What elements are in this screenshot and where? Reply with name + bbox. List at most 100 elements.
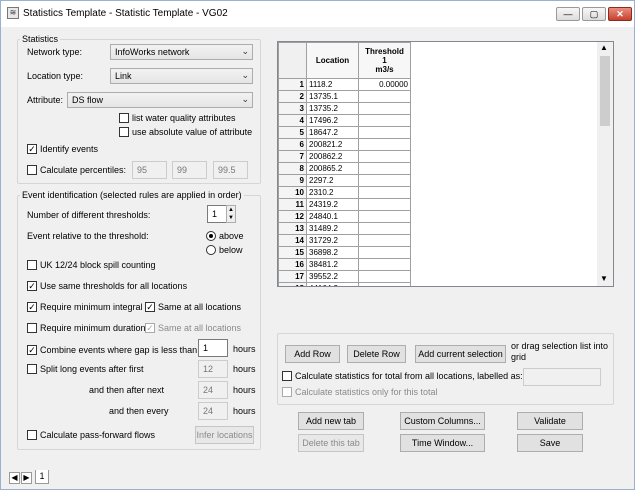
threshold-column-header[interactable]: Threshold 1 m3/s xyxy=(358,42,411,79)
location-cell[interactable]: 13735.2 xyxy=(306,102,359,115)
tab-prev-icon[interactable]: ◀ xyxy=(9,472,20,484)
table-row[interactable]: 6 200821.2 xyxy=(278,138,411,151)
table-row[interactable]: 17 39552.2 xyxy=(278,270,411,283)
maximize-button[interactable]: ▢ xyxy=(582,7,606,21)
table-row[interactable]: 16 38481.2 xyxy=(278,258,411,271)
row-number[interactable]: 11 xyxy=(278,198,307,211)
min-integral-checkbox[interactable]: ✓ xyxy=(27,302,37,312)
row-number[interactable]: 10 xyxy=(278,186,307,199)
save-button[interactable]: Save xyxy=(517,434,583,452)
add-row-button[interactable]: Add Row xyxy=(285,345,340,363)
below-radio[interactable] xyxy=(206,245,216,255)
total-label-field[interactable] xyxy=(523,368,601,386)
threshold-cell[interactable] xyxy=(358,198,411,211)
location-cell[interactable]: 31729.2 xyxy=(306,234,359,247)
threshold-cell[interactable] xyxy=(358,270,411,283)
threshold-cell[interactable] xyxy=(358,282,411,286)
title-bar[interactable]: ≋ Statistics Template - Statistic Templa… xyxy=(1,1,634,27)
use-absolute-checkbox[interactable] xyxy=(119,127,129,137)
table-row[interactable]: 14 31729.2 xyxy=(278,234,411,247)
threshold-cell[interactable] xyxy=(358,222,411,235)
location-cell[interactable]: 2310.2 xyxy=(306,186,359,199)
location-cell[interactable]: 17496.2 xyxy=(306,114,359,127)
row-number[interactable]: 14 xyxy=(278,234,307,247)
infer-locations-button[interactable]: Infer locations xyxy=(195,426,254,444)
threshold-cell[interactable] xyxy=(358,138,411,151)
location-cell[interactable]: 31489.2 xyxy=(306,222,359,235)
threshold-cell[interactable] xyxy=(358,90,411,103)
threshold-grid[interactable]: Location Threshold 1 m3/s 1 1118.2 0.00000… xyxy=(277,41,614,287)
row-number[interactable]: 5 xyxy=(278,126,307,139)
percentile-1-field[interactable]: 95 xyxy=(132,161,167,179)
grid-vertical-scrollbar[interactable]: ▲ ▼ xyxy=(597,42,613,286)
same-all-integral-checkbox[interactable]: ✓ xyxy=(145,302,155,312)
table-row[interactable]: 12 24840.1 xyxy=(278,210,411,223)
location-column-header[interactable]: Location xyxy=(306,42,359,79)
tab-1[interactable]: 1 xyxy=(35,470,49,484)
location-cell[interactable]: 2297.2 xyxy=(306,174,359,187)
table-row[interactable]: 7 200862.2 xyxy=(278,150,411,163)
table-row[interactable]: 4 17496.2 xyxy=(278,114,411,127)
scroll-down-icon[interactable]: ▼ xyxy=(600,274,608,283)
attribute-select[interactable]: DS flow ⌄ xyxy=(67,92,253,108)
same-thresholds-checkbox[interactable]: ✓ xyxy=(27,281,37,291)
network-type-select[interactable]: InfoWorks network ⌄ xyxy=(110,44,253,60)
above-radio[interactable] xyxy=(206,231,216,241)
calculate-percentiles-checkbox[interactable] xyxy=(27,165,37,175)
location-cell[interactable]: 44164.2 xyxy=(306,282,359,286)
location-cell[interactable]: 1118.2 xyxy=(306,78,359,91)
percentile-2-field[interactable]: 99 xyxy=(172,161,207,179)
threshold-cell[interactable]: 0.00000 xyxy=(358,78,411,91)
scrollbar-thumb[interactable] xyxy=(600,56,610,126)
percentile-3-field[interactable]: 99.5 xyxy=(213,161,248,179)
row-number[interactable]: 16 xyxy=(278,258,307,271)
tab-next-icon[interactable]: ▶ xyxy=(21,472,32,484)
threshold-cell[interactable] xyxy=(358,102,411,115)
close-button[interactable]: ✕ xyxy=(608,7,632,21)
threshold-cell[interactable] xyxy=(358,234,411,247)
split-long-checkbox[interactable] xyxy=(27,364,37,374)
uk-spill-checkbox[interactable] xyxy=(27,260,37,270)
table-row[interactable]: 9 2297.2 xyxy=(278,174,411,187)
location-cell[interactable]: 13735.1 xyxy=(306,90,359,103)
minimize-button[interactable]: — xyxy=(556,7,580,21)
table-row[interactable]: 3 13735.2 xyxy=(278,102,411,115)
table-row[interactable]: 10 2310.2 xyxy=(278,186,411,199)
after-next-field[interactable]: 24 xyxy=(198,381,228,399)
location-type-select[interactable]: Link ⌄ xyxy=(110,68,253,84)
table-row[interactable]: 5 18647.2 xyxy=(278,126,411,139)
identify-events-checkbox[interactable]: ✓ xyxy=(27,144,37,154)
threshold-cell[interactable] xyxy=(358,258,411,271)
list-water-quality-checkbox[interactable] xyxy=(119,113,129,123)
location-cell[interactable]: 200821.2 xyxy=(306,138,359,151)
row-number[interactable]: 3 xyxy=(278,102,307,115)
row-number[interactable]: 12 xyxy=(278,210,307,223)
threshold-cell[interactable] xyxy=(358,114,411,127)
location-cell[interactable]: 36898.2 xyxy=(306,246,359,259)
table-row[interactable]: 2 13735.1 xyxy=(278,90,411,103)
combine-gap-field[interactable]: 1 xyxy=(198,339,228,357)
delete-tab-button[interactable]: Delete this tab xyxy=(298,434,364,452)
location-cell[interactable]: 24840.1 xyxy=(306,210,359,223)
threshold-cell[interactable] xyxy=(358,162,411,175)
row-number[interactable]: 1 xyxy=(278,78,307,91)
table-row[interactable]: 1844164.2 xyxy=(278,282,411,286)
threshold-cell[interactable] xyxy=(358,186,411,199)
num-thresholds-field[interactable]: 1 xyxy=(207,205,227,223)
row-number[interactable]: 7 xyxy=(278,150,307,163)
row-number[interactable]: 6 xyxy=(278,138,307,151)
min-duration-checkbox[interactable] xyxy=(27,323,37,333)
threshold-cell[interactable] xyxy=(358,210,411,223)
add-new-tab-button[interactable]: Add new tab xyxy=(298,412,364,430)
combine-events-checkbox[interactable]: ✓ xyxy=(27,345,37,355)
threshold-cell[interactable] xyxy=(358,174,411,187)
table-row[interactable]: 15 36898.2 xyxy=(278,246,411,259)
row-number[interactable]: 17 xyxy=(278,270,307,283)
every-field[interactable]: 24 xyxy=(198,402,228,420)
split-first-field[interactable]: 12 xyxy=(198,360,228,378)
calc-total-checkbox[interactable] xyxy=(282,371,292,381)
table-row[interactable]: 1 1118.2 0.00000 xyxy=(278,78,411,91)
custom-columns-button[interactable]: Custom Columns... xyxy=(400,412,485,430)
table-row[interactable]: 8 200865.2 xyxy=(278,162,411,175)
add-current-selection-button[interactable]: Add current selection xyxy=(415,345,506,363)
